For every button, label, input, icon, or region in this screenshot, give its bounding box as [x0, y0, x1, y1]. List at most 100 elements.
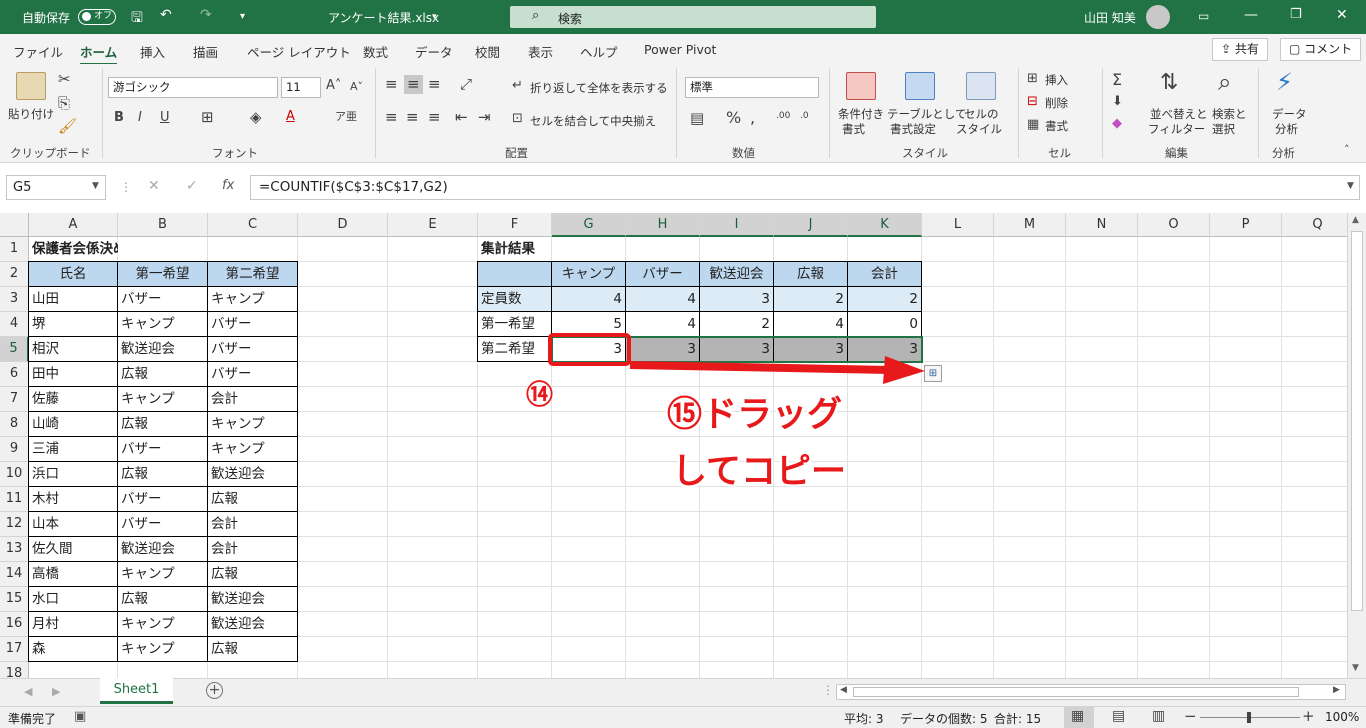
tab-formulas[interactable]: 数式 — [363, 42, 388, 61]
analyze-data-line2[interactable]: 分析 — [1275, 121, 1298, 137]
page-layout-view-icon[interactable]: ▤ — [1112, 708, 1125, 724]
row-header-7[interactable]: 7 — [0, 387, 29, 412]
column-header-H[interactable]: H — [626, 213, 700, 237]
restore-icon[interactable]: ❐ — [1290, 7, 1302, 22]
survey-data-cell[interactable]: バザー — [117, 486, 208, 512]
format-as-table-line2[interactable]: 書式設定 — [890, 121, 936, 137]
redo-icon[interactable]: ↷ — [200, 7, 212, 23]
summary-row-label[interactable]: 第一希望 — [477, 311, 552, 337]
zoom-out-icon[interactable]: − — [1184, 707, 1197, 725]
format-as-table-line1[interactable]: テーブルとして — [887, 106, 966, 122]
column-header-K[interactable]: K — [848, 213, 922, 237]
user-name[interactable]: 山田 知美 — [1084, 9, 1136, 26]
tab-help[interactable]: ヘルプ — [580, 42, 618, 61]
cell-styles-line2[interactable]: スタイル — [956, 121, 1002, 137]
save-icon[interactable]: 🖫 — [131, 7, 143, 31]
insert-cells-icon[interactable]: ⊞ — [1027, 72, 1038, 85]
analyze-data-line1[interactable]: データ — [1272, 106, 1307, 122]
decrease-indent-icon[interactable]: ⇤ — [455, 110, 468, 125]
column-header-D[interactable]: D — [298, 213, 388, 237]
survey-data-cell[interactable]: キャンプ — [207, 436, 298, 462]
row-header-17[interactable]: 17 — [0, 637, 29, 662]
row-header-4[interactable]: 4 — [0, 312, 29, 337]
copy-icon[interactable]: ⎘ — [58, 96, 70, 111]
sort-filter-icon[interactable]: ⇅ — [1160, 72, 1178, 94]
survey-data-cell[interactable]: 歓送迎会 — [207, 461, 298, 487]
ribbon-display-icon[interactable]: ▭ — [1198, 9, 1209, 23]
conditional-formatting-icon[interactable] — [846, 72, 876, 100]
find-select-icon[interactable]: ⌕ — [1218, 70, 1231, 94]
name-box[interactable]: G5 — [6, 175, 106, 200]
survey-data-cell[interactable]: キャンプ — [207, 411, 298, 437]
row-header-10[interactable]: 10 — [0, 462, 29, 487]
minimize-icon[interactable]: — — [1244, 7, 1258, 23]
survey-data-cell[interactable]: 会計 — [207, 511, 298, 537]
survey-data-cell[interactable]: キャンプ — [117, 311, 208, 337]
analyze-data-icon[interactable]: ⚡ — [1276, 70, 1293, 94]
row-header-9[interactable]: 9 — [0, 437, 29, 462]
summary-value-cell[interactable]: 2 — [847, 286, 922, 312]
tab-split-grip-icon[interactable]: ⋮ — [822, 683, 834, 697]
avatar[interactable] — [1146, 5, 1170, 29]
tab-view[interactable]: 表示 — [528, 42, 553, 61]
survey-data-cell[interactable]: 歓送迎会 — [117, 536, 208, 562]
align-right-icon[interactable]: ≡ — [428, 110, 441, 125]
row-header-13[interactable]: 13 — [0, 537, 29, 562]
survey-data-cell[interactable]: 森 — [28, 636, 118, 662]
enter-icon[interactable]: ✓ — [186, 178, 198, 194]
paste-options-icon[interactable]: ⊞ — [924, 365, 942, 382]
align-left-icon[interactable]: ≡ — [385, 110, 398, 125]
format-painter-icon[interactable]: 🖌 — [58, 119, 77, 134]
survey-header-cell[interactable]: 氏名 — [28, 261, 118, 287]
survey-header-cell[interactable]: 第一希望 — [117, 261, 208, 287]
macro-record-icon[interactable]: ▣ — [74, 709, 86, 724]
insert-function-icon[interactable]: fx — [222, 178, 234, 193]
summary-header-cell[interactable]: 広報 — [773, 261, 848, 287]
expand-formula-icon[interactable]: ▼ — [1347, 181, 1354, 191]
summary-row-label[interactable]: 第二希望 — [477, 336, 552, 362]
survey-data-cell[interactable]: 田中 — [28, 361, 118, 387]
format-cells-icon[interactable]: ▦ — [1027, 118, 1039, 131]
italic-icon[interactable]: I — [138, 111, 142, 124]
survey-data-cell[interactable]: 広報 — [117, 586, 208, 612]
survey-data-cell[interactable]: バザー — [117, 286, 208, 312]
survey-data-cell[interactable]: 広報 — [117, 361, 208, 387]
increase-indent-icon[interactable]: ⇥ — [478, 110, 491, 125]
tab-power-pivot[interactable]: Power Pivot — [644, 42, 716, 57]
name-box-dropdown-icon[interactable]: ▼ — [92, 181, 99, 191]
row-header-11[interactable]: 11 — [0, 487, 29, 512]
font-color-icon[interactable]: A — [286, 110, 295, 123]
survey-data-cell[interactable]: 山崎 — [28, 411, 118, 437]
row-header-2[interactable]: 2 — [0, 262, 29, 287]
formula-input[interactable]: =COUNTIF($C$3:$C$17,G2) — [250, 175, 1360, 200]
row-header-18[interactable]: 18 — [0, 662, 29, 678]
column-header-E[interactable]: E — [388, 213, 478, 237]
merge-center-icon[interactable]: ⊡ — [512, 112, 523, 125]
undo-icon[interactable]: ↶ — [160, 7, 172, 23]
survey-title[interactable]: 保護者会係決めアンケート結果 — [29, 237, 118, 262]
scroll-left-icon[interactable]: ◀ — [840, 685, 847, 695]
find-select-line2[interactable]: 選択 — [1212, 121, 1235, 137]
summary-value-cell[interactable]: 3 — [699, 286, 774, 312]
phonetic-icon[interactable]: ア亜 — [335, 111, 357, 122]
survey-data-cell[interactable]: 広報 — [207, 561, 298, 587]
survey-data-cell[interactable]: キャンプ — [207, 286, 298, 312]
qat-customize-icon[interactable]: ▾ — [240, 11, 245, 22]
find-select-line1[interactable]: 検索と — [1212, 106, 1247, 122]
delete-cells-icon[interactable]: ⊟ — [1027, 95, 1038, 108]
insert-cells-button[interactable]: 挿入 — [1045, 72, 1068, 88]
sort-filter-line1[interactable]: 並べ替えと — [1150, 106, 1208, 122]
survey-header-cell[interactable]: 第二希望 — [207, 261, 298, 287]
summary-value-cell[interactable]: 4 — [625, 286, 700, 312]
underline-icon[interactable]: U — [160, 111, 170, 124]
percent-icon[interactable]: % — [726, 110, 741, 126]
zoom-in-icon[interactable]: + — [1302, 707, 1315, 725]
column-header-O[interactable]: O — [1138, 213, 1210, 237]
font-name-combo[interactable]: 游ゴシック — [108, 77, 278, 98]
survey-data-cell[interactable]: キャンプ — [117, 611, 208, 637]
filename-dropdown-icon[interactable]: ▾ — [432, 12, 437, 22]
row-header-16[interactable]: 16 — [0, 612, 29, 637]
new-sheet-icon[interactable]: + — [206, 682, 223, 699]
row-header-5[interactable]: 5 — [0, 337, 29, 362]
collapse-ribbon-icon[interactable]: ˄ — [1344, 144, 1350, 155]
